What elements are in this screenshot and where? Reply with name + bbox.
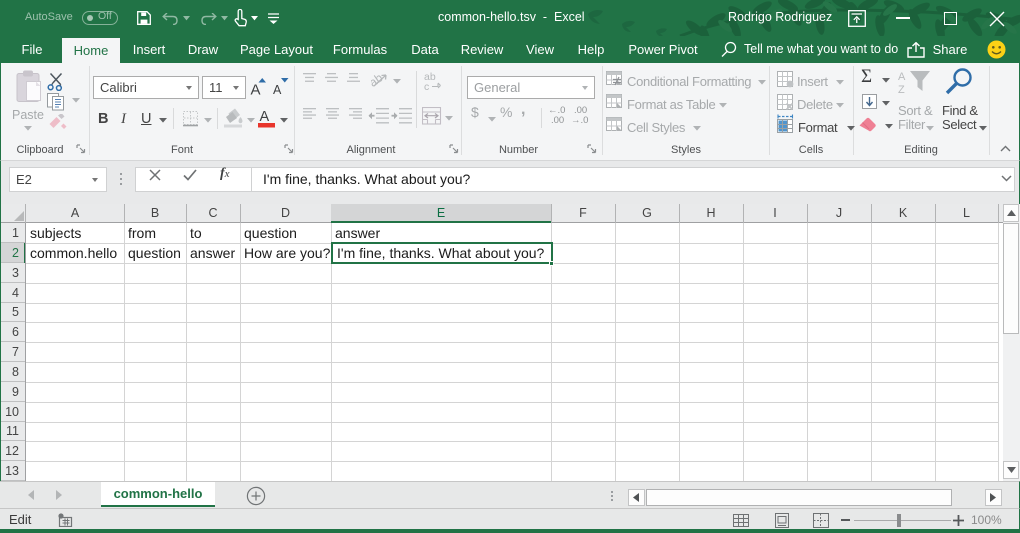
svg-text:c: c [424,81,429,91]
svg-text:A: A [260,109,270,125]
svg-text:.00: .00 [551,115,564,125]
svg-text:A: A [251,82,261,98]
svg-text:ab: ab [371,71,386,89]
svg-text:→.0: →.0 [571,115,588,125]
svg-text:A: A [898,71,906,83]
svg-text:Z: Z [898,84,905,96]
svg-text:A: A [273,83,282,97]
